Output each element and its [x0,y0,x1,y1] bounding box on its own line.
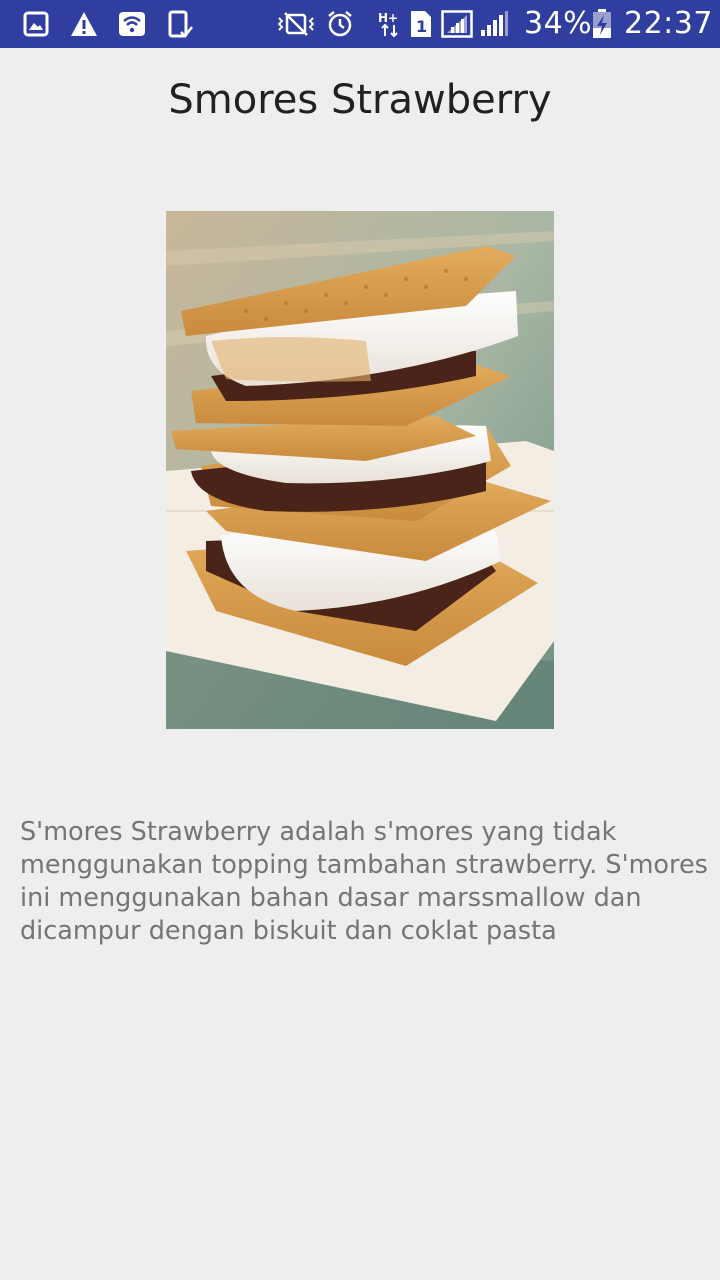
status-bar: H+ 1 34% 22:37 [0,0,720,48]
svg-text:H+: H+ [378,11,398,25]
phone-screen-icon [164,8,196,40]
smores-photo [166,211,554,729]
signal-icon [440,8,474,40]
page-title: Smores Strawberry [168,77,552,123]
battery-percent: 34% [524,6,593,41]
signal-icon [478,8,510,40]
vibrate-icon [276,8,316,40]
image-icon [20,8,52,40]
main-content: Smores Strawberry S'mores Strawberry ada… [0,48,720,1280]
svg-text:1: 1 [416,17,427,36]
clock-time: 22:37 [624,6,713,41]
wifi-icon [116,8,148,40]
alarm-icon [324,8,356,40]
description-text: S'mores Strawberry adalah s'mores yang t… [20,817,708,946]
hplus-data-icon: H+ [376,8,404,40]
warning-icon [68,8,100,40]
sim-1-icon: 1 [408,8,434,40]
battery-charging-icon [590,8,614,40]
